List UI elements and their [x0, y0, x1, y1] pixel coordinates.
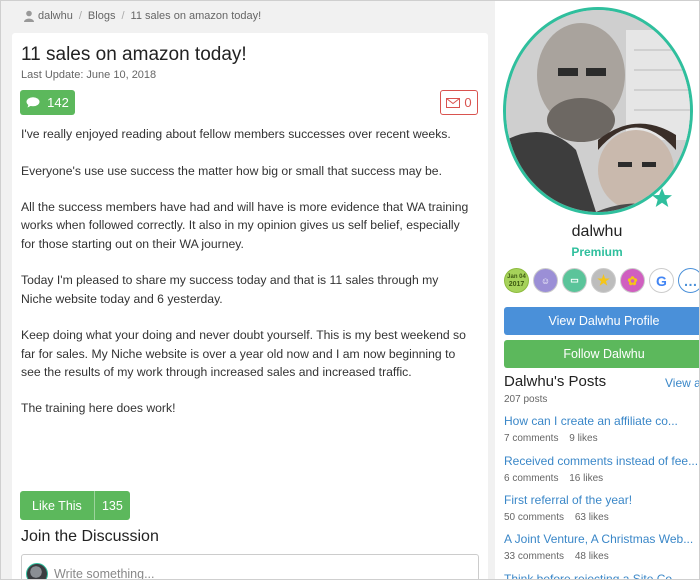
list-item: Received comments instead of fee... 6 co…: [504, 454, 699, 484]
profile-avatar-wrap: [503, 7, 693, 215]
list-item: How can I create an affiliate co... 7 co…: [504, 414, 699, 444]
post-link[interactable]: A Joint Venture, A Christmas Web...: [504, 532, 699, 546]
post-link[interactable]: Think before rejecting a Site Co...: [504, 572, 699, 579]
user-badge-icon[interactable]: ☺: [533, 268, 558, 293]
post-meta: 50 comments 63 likes: [504, 512, 699, 523]
post-meta: 7 comments 9 likes: [504, 433, 699, 444]
post-comments: 50 comments: [504, 512, 565, 523]
post-paragraph: All the success members have had and wil…: [21, 200, 469, 251]
comment-bubble-icon: [26, 97, 40, 108]
medal-badge-icon[interactable]: ✿: [620, 268, 645, 293]
post-comments: 33 comments: [504, 551, 565, 562]
message-count: 0: [464, 95, 472, 110]
list-item: First referral of the year! 50 comments …: [504, 493, 699, 523]
post-likes: 16 likes: [569, 473, 604, 484]
comment-count-button[interactable]: 142: [20, 90, 75, 115]
posts-count: 207 posts: [504, 394, 548, 405]
view-profile-button[interactable]: View Dalwhu Profile: [504, 307, 699, 335]
post-date: Last Update: June 10, 2018: [21, 69, 157, 81]
membership-level: Premium: [571, 245, 623, 259]
sidebar: dalwhu Premium Jan 04 2017 ☺ ▭ ★ ✿ G … V…: [495, 1, 699, 579]
post-link[interactable]: How can I create an affiliate co...: [504, 414, 699, 428]
like-button[interactable]: Like This 135: [20, 491, 130, 520]
post-comments: 7 comments: [504, 433, 559, 444]
post-likes: 48 likes: [574, 551, 609, 562]
breadcrumb: dalwhu / Blogs / 11 sales on amazon toda…: [23, 10, 261, 22]
comment-count: 142: [47, 95, 69, 110]
page-frame: dalwhu / Blogs / 11 sales on amazon toda…: [0, 0, 700, 580]
envelope-icon: [446, 97, 461, 108]
discussion-heading: Join the Discussion: [21, 528, 159, 545]
post-comments: 6 comments: [504, 473, 559, 484]
follow-button[interactable]: Follow Dalwhu: [504, 340, 699, 368]
user-icon: [24, 10, 34, 22]
jan-04-2017-badge[interactable]: Jan 04 2017: [504, 268, 529, 293]
post-paragraph: Everyone's use use success the matter ho…: [21, 163, 442, 178]
breadcrumb-separator: /: [78, 10, 82, 22]
profile-photo: [506, 10, 690, 212]
list-item: A Joint Venture, A Christmas Web... 33 c…: [504, 532, 699, 562]
post-paragraph: Keep doing what your doing and never dou…: [21, 328, 466, 379]
profile-username: dalwhu: [571, 223, 623, 240]
list-item: Think before rejecting a Site Co...: [504, 572, 699, 579]
like-count: 135: [101, 498, 123, 513]
star-badge-icon[interactable]: ★: [591, 268, 616, 293]
posts-heading: Dalwhu's Posts: [504, 373, 607, 390]
like-label: Like This: [20, 491, 95, 520]
post-meta: 33 comments 48 likes: [504, 551, 699, 562]
post-link[interactable]: Received comments instead of fee...: [504, 454, 699, 468]
screen-badge-icon[interactable]: ▭: [562, 268, 587, 293]
view-all-posts-link[interactable]: View a: [665, 376, 699, 390]
comment-input[interactable]: [54, 567, 434, 579]
message-button[interactable]: 0: [440, 90, 478, 115]
breadcrumb-user[interactable]: dalwhu: [38, 10, 73, 22]
post-card: 11 sales on amazon today! Last Update: J…: [12, 33, 488, 579]
breadcrumb-current: 11 sales on amazon today!: [130, 10, 262, 22]
avatar: [26, 563, 48, 579]
more-badges-icon[interactable]: …: [678, 268, 699, 293]
post-paragraph: Today I'm pleased to share my success to…: [21, 273, 439, 306]
post-paragraph: The training here does work!: [21, 401, 176, 416]
post-paragraph: I've really enjoyed reading about fellow…: [21, 127, 451, 141]
post-title: 11 sales on amazon today!: [21, 44, 247, 65]
breadcrumb-separator: /: [121, 10, 125, 22]
comment-box[interactable]: [21, 554, 479, 579]
breadcrumb-blogs[interactable]: Blogs: [88, 10, 116, 22]
post-likes: 9 likes: [569, 433, 598, 444]
post-link[interactable]: First referral of the year!: [504, 493, 699, 507]
profile-avatar[interactable]: [503, 7, 693, 215]
premium-star-icon: [652, 188, 672, 207]
post-meta: 6 comments 16 likes: [504, 473, 699, 484]
google-badge-icon[interactable]: G: [649, 268, 674, 293]
post-likes: 63 likes: [574, 512, 609, 523]
badge-list: Jan 04 2017 ☺ ▭ ★ ✿ G …: [504, 268, 699, 293]
post-body: I've really enjoyed reading about fellow…: [21, 125, 471, 436]
